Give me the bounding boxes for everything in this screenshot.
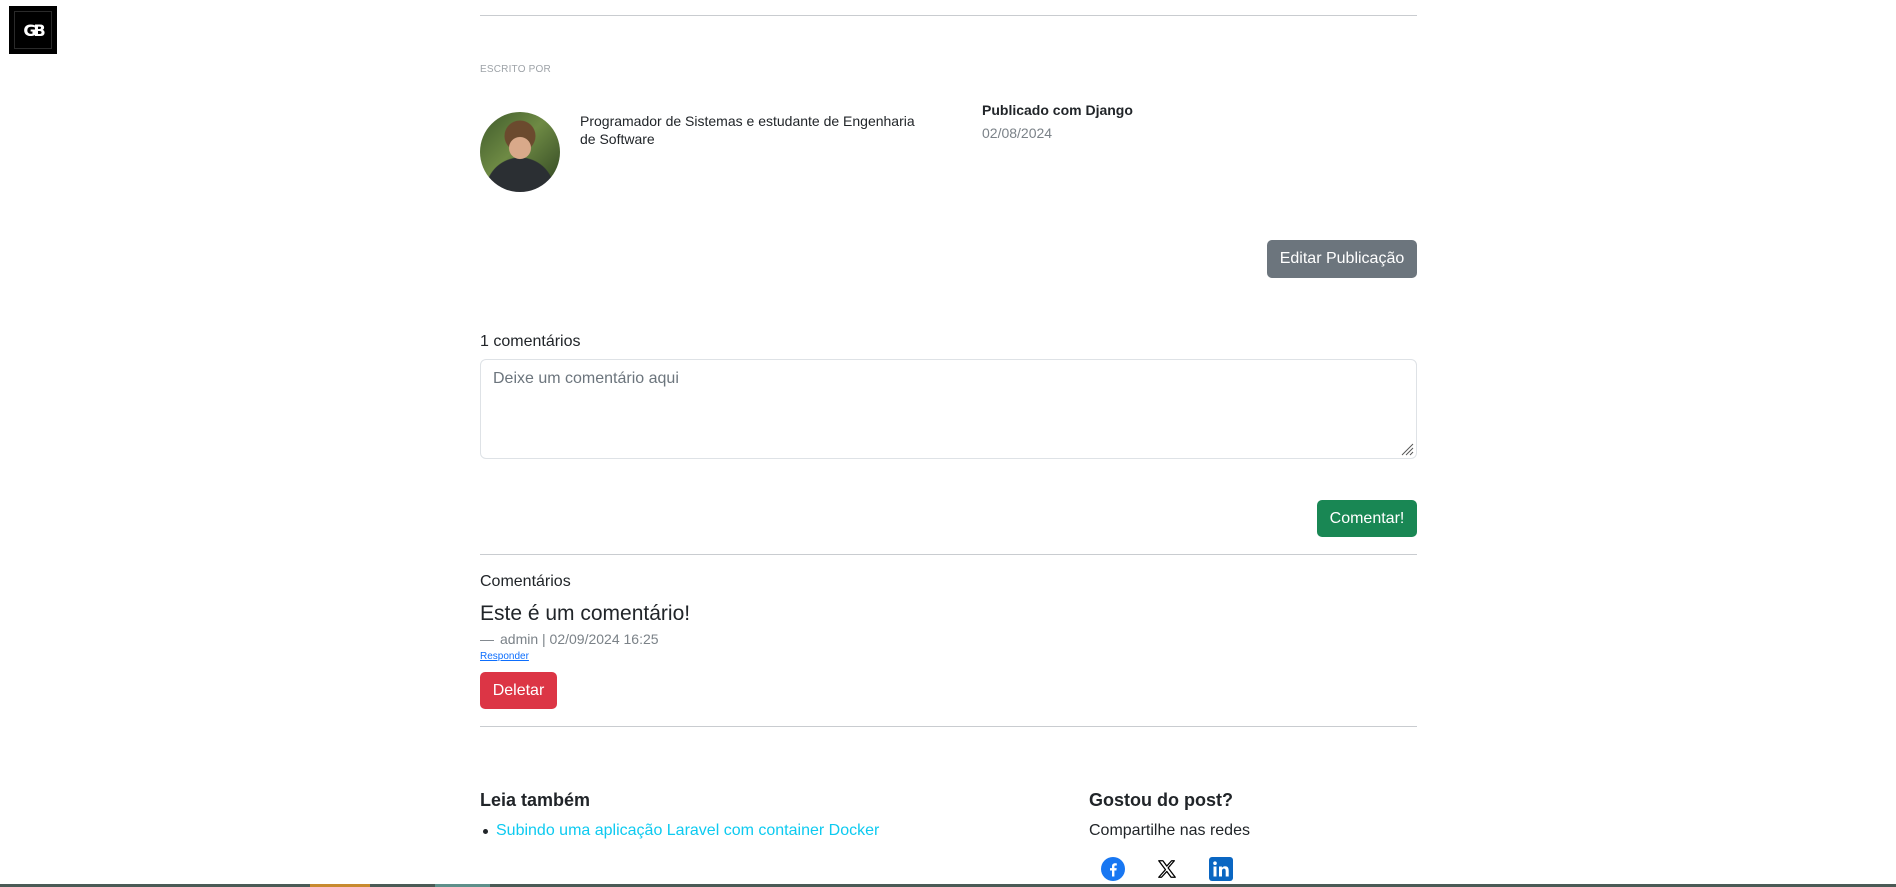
written-by-label: ESCRITO POR [480, 64, 551, 75]
comment-textarea[interactable] [480, 359, 1417, 459]
related-post-link[interactable]: Subindo uma aplicação Laravel com contai… [496, 822, 879, 840]
logo-text: GB [14, 11, 52, 49]
reply-link[interactable]: Responder [480, 651, 529, 662]
comment-author-date: admin | 02/09/2024 16:25 [500, 631, 659, 647]
published-date: 02/08/2024 [982, 125, 1053, 141]
share-title: Gostou do post? [1089, 790, 1233, 810]
bullet-icon [483, 828, 488, 834]
comment-dash: — [480, 631, 494, 647]
divider [480, 554, 1417, 555]
resize-grip-icon[interactable] [1398, 440, 1414, 456]
x-share-button[interactable] [1154, 856, 1180, 882]
list-item: Subindo uma aplicação Laravel com contai… [480, 822, 879, 840]
read-also-list: Subindo uma aplicação Laravel com contai… [480, 822, 879, 840]
linkedin-share-button[interactable] [1208, 856, 1234, 882]
comment-count: 1 comentários [480, 333, 581, 350]
published-with-label: Publicado com Django [982, 102, 1133, 118]
author-bio: Programador de Sistemas e estudante de E… [580, 113, 915, 147]
x-icon [1158, 860, 1176, 878]
edit-post-button[interactable]: Editar Publicação [1267, 240, 1417, 278]
page: GB ESCRITO POR Programador de Sistemas e… [0, 0, 1896, 887]
comment-meta: — admin | 02/09/2024 16:25 [480, 631, 659, 647]
site-logo[interactable]: GB [9, 6, 57, 54]
facebook-share-button[interactable] [1100, 856, 1126, 882]
read-also-title: Leia também [480, 790, 591, 810]
delete-comment-button[interactable]: Deletar [480, 672, 557, 709]
comment-body: Este é um comentário! [480, 602, 691, 625]
divider [480, 15, 1417, 16]
facebook-icon [1101, 857, 1125, 881]
linkedin-icon [1209, 857, 1233, 881]
share-subtitle: Compartilhe nas redes [1089, 822, 1250, 839]
submit-comment-button[interactable]: Comentar! [1317, 500, 1417, 537]
divider [480, 726, 1417, 727]
author-avatar [480, 112, 560, 192]
comments-heading: Comentários [480, 573, 571, 590]
